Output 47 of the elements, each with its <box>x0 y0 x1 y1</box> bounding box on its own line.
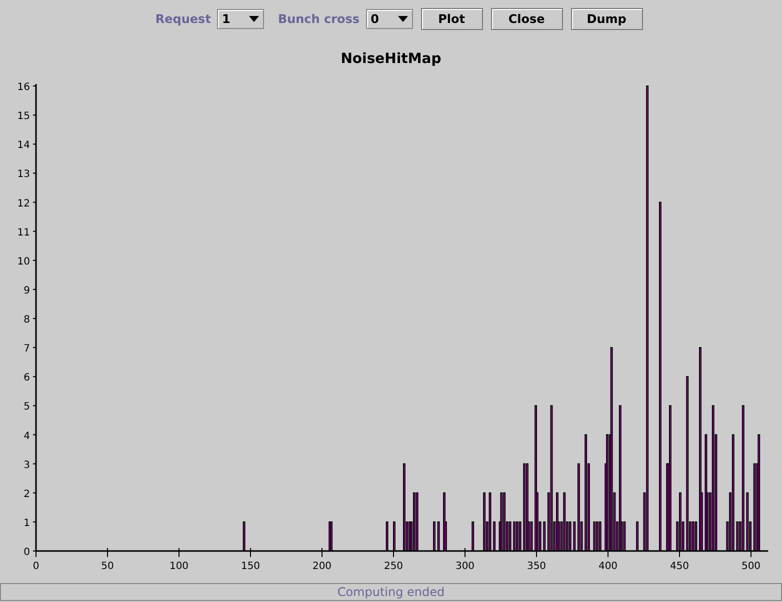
y-tick-label: 12 <box>17 198 30 210</box>
y-tick-label: 4 <box>24 430 30 442</box>
y-tick-label: 11 <box>17 227 30 238</box>
y-tick-label: 8 <box>24 314 30 326</box>
status-text: Computing ended <box>337 585 445 599</box>
y-tick-label: 6 <box>24 372 30 384</box>
y-tick-label: 15 <box>17 111 30 122</box>
y-tick-label: 14 <box>17 140 30 152</box>
request-label: Request <box>155 12 211 26</box>
histogram-bar <box>472 521 474 552</box>
x-tick-label: 350 <box>526 561 546 572</box>
caret-icon <box>248 16 259 22</box>
histogram-bar <box>433 521 436 552</box>
x-tick-label: 500 <box>741 561 761 572</box>
histogram-bar <box>636 521 639 552</box>
y-tick-label: 7 <box>24 344 30 355</box>
request-dropdown[interactable]: 1 <box>216 9 264 29</box>
x-tick-label: 50 <box>101 561 114 572</box>
histogram-bar <box>393 521 396 552</box>
x-tick-label: 150 <box>240 561 260 572</box>
x-tick-label: 300 <box>455 561 475 572</box>
y-tick-label: 3 <box>24 460 30 471</box>
histogram-bar <box>493 521 496 552</box>
y-tick-label: 1 <box>24 518 30 529</box>
x-tick-label: 450 <box>670 561 690 572</box>
bunch-cross-label: Bunch cross <box>278 12 360 26</box>
y-tick-label: 5 <box>24 402 30 413</box>
x-tick-label: 200 <box>312 561 332 572</box>
x-tick-label: 100 <box>169 561 189 572</box>
toolbar-button[interactable]: Close <box>490 8 563 30</box>
caret-icon <box>398 16 408 22</box>
y-tick-label: 16 <box>17 82 30 93</box>
x-tick-label: 250 <box>384 561 404 572</box>
x-tick-label: 0 <box>32 561 40 572</box>
bunch-cross-dropdown[interactable]: 0 <box>366 9 413 29</box>
histogram-bar <box>437 521 440 552</box>
histogram-bar <box>242 521 246 552</box>
y-tick-label: 0 <box>24 547 30 558</box>
y-tick-label: 10 <box>17 256 30 268</box>
histogram-bar <box>386 521 388 552</box>
toolbar-button[interactable]: Dump <box>570 8 643 30</box>
y-tick-label: 13 <box>17 169 30 180</box>
chart-title: NoiseHitMap <box>340 51 442 67</box>
y-tick-label: 2 <box>24 488 30 500</box>
y-tick-label: 9 <box>24 285 30 296</box>
toolbar-button[interactable]: Plot <box>420 8 483 30</box>
x-tick-label: 400 <box>598 561 618 572</box>
